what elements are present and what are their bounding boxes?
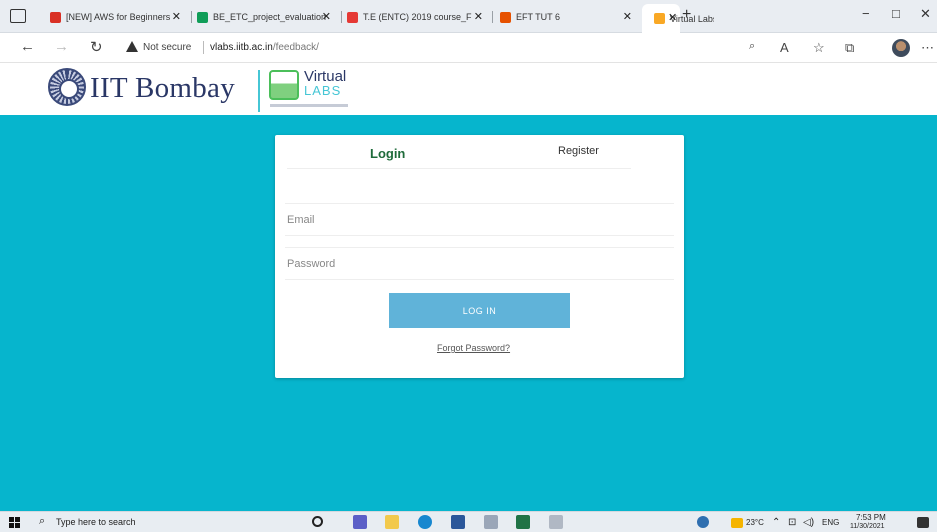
- store-icon[interactable]: [484, 515, 498, 529]
- url-field[interactable]: vlabs.iitb.ac.in/feedback/: [210, 42, 319, 53]
- virtual-labs-favicon-icon: [654, 13, 665, 24]
- not-secure-label[interactable]: Not secure: [143, 42, 191, 53]
- forward-arrow-icon[interactable]: →: [54, 38, 69, 55]
- close-tab-icon[interactable]: ✕: [172, 10, 181, 23]
- collections-icon[interactable]: ⧉: [845, 40, 854, 56]
- tab-title: EFT TUT 6: [516, 12, 561, 22]
- browser-tab-course[interactable]: T.E (ENTC) 2019 course_F ✕: [347, 8, 487, 26]
- close-window-button[interactable]: ✕: [920, 6, 931, 22]
- clock-date[interactable]: 11/30/2021: [850, 523, 885, 530]
- weather-icon[interactable]: [731, 518, 743, 528]
- login-card: Login Register LOG IN Forgot Password?: [275, 135, 684, 378]
- teams-icon[interactable]: [353, 515, 367, 529]
- browser-tab-aws[interactable]: [NEW] AWS for Beginners ✕: [50, 8, 185, 26]
- tab-login[interactable]: Login: [370, 146, 405, 161]
- brand-title[interactable]: IIT Bombay: [90, 72, 235, 105]
- url-domain: vlabs.iitb.ac.in: [210, 42, 273, 53]
- language-label[interactable]: ENG: [822, 518, 839, 527]
- tab-divider: [191, 11, 192, 23]
- taskbar-search-placeholder: Type here to search: [56, 517, 136, 527]
- chevron-up-icon[interactable]: ⌃: [772, 517, 780, 528]
- login-button[interactable]: LOG IN: [389, 293, 570, 328]
- forgot-password-link[interactable]: Forgot Password?: [437, 343, 510, 353]
- document-icon: [500, 11, 511, 23]
- iit-bombay-seal-icon[interactable]: [48, 68, 86, 106]
- virtual-labs-logo-line2: LABS: [304, 83, 342, 98]
- browser-tab-eft-tut[interactable]: EFT TUT 6 ✕: [500, 8, 636, 26]
- read-aloud-icon[interactable]: A: [780, 40, 789, 55]
- brand-divider: [258, 70, 260, 112]
- tab-underline: [495, 168, 631, 169]
- tab-title: [NEW] AWS for Beginners: [66, 12, 171, 22]
- windows-start-icon[interactable]: [9, 517, 20, 528]
- tray-app-icon[interactable]: [697, 516, 709, 528]
- password-field[interactable]: [285, 247, 674, 280]
- favorites-star-icon[interactable]: ☆: [813, 40, 825, 56]
- paint-icon[interactable]: [549, 515, 563, 529]
- excel-icon[interactable]: [516, 515, 530, 529]
- volume-icon[interactable]: ◁): [803, 517, 814, 528]
- refresh-icon[interactable]: ↻: [90, 38, 103, 56]
- browser-tab-bar: [NEW] AWS for Beginners ✕ BE_ETC_project…: [0, 0, 937, 33]
- tab-underline: [287, 168, 495, 169]
- logo-tagline-bar: [270, 104, 348, 107]
- tab-title: BE_ETC_project_evaluation: [213, 12, 327, 22]
- close-tab-icon[interactable]: ✕: [322, 10, 331, 23]
- more-options-icon[interactable]: ⋯: [921, 40, 934, 56]
- word-icon[interactable]: [451, 515, 465, 529]
- maximize-button[interactable]: □: [892, 6, 900, 21]
- windows-taskbar: ⌕ Type here to search 23°C ⌃ ⊡ ◁) ENG 7:…: [0, 511, 937, 532]
- temperature-label[interactable]: 23°C: [746, 518, 764, 527]
- network-icon[interactable]: ⊡: [788, 517, 796, 528]
- clock-time[interactable]: 7:53 PM: [856, 513, 886, 522]
- address-bar: ← → ↻ Not secure vlabs.iitb.ac.in/feedba…: [0, 33, 937, 63]
- gmail-icon: [50, 11, 61, 23]
- tab-divider: [341, 11, 342, 23]
- minimize-button[interactable]: −: [862, 6, 870, 21]
- tab-actions-icon[interactable]: [10, 9, 26, 23]
- tab-title: T.E (ENTC) 2019 course_F: [363, 12, 472, 22]
- sheets-icon: [197, 11, 208, 23]
- url-path: /feedback/: [272, 42, 319, 53]
- url-divider: [203, 41, 204, 54]
- tab-register[interactable]: Register: [558, 145, 599, 157]
- edge-browser-icon[interactable]: [418, 515, 432, 529]
- notifications-icon[interactable]: [917, 517, 929, 528]
- new-tab-button[interactable]: +: [682, 6, 691, 24]
- search-page-icon[interactable]: ⌕: [749, 40, 755, 53]
- close-tab-icon[interactable]: ✕: [474, 10, 483, 23]
- browser-tab-project-evaluation[interactable]: BE_ETC_project_evaluation ✕: [197, 8, 335, 26]
- cortana-icon[interactable]: [312, 516, 323, 527]
- pdf-icon: [347, 11, 358, 23]
- search-icon: ⌕: [39, 515, 46, 527]
- warning-icon[interactable]: [126, 41, 138, 52]
- back-arrow-icon[interactable]: ←: [20, 38, 35, 55]
- profile-avatar[interactable]: [892, 39, 910, 57]
- tab-divider: [492, 11, 493, 23]
- close-tab-icon[interactable]: ✕: [623, 10, 632, 23]
- email-field[interactable]: [285, 203, 674, 236]
- taskbar-search-box[interactable]: ⌕ Type here to search: [31, 514, 201, 531]
- file-explorer-icon[interactable]: [385, 515, 399, 529]
- close-tab-icon[interactable]: ✕: [668, 11, 677, 24]
- virtual-labs-logo-icon[interactable]: [269, 70, 299, 100]
